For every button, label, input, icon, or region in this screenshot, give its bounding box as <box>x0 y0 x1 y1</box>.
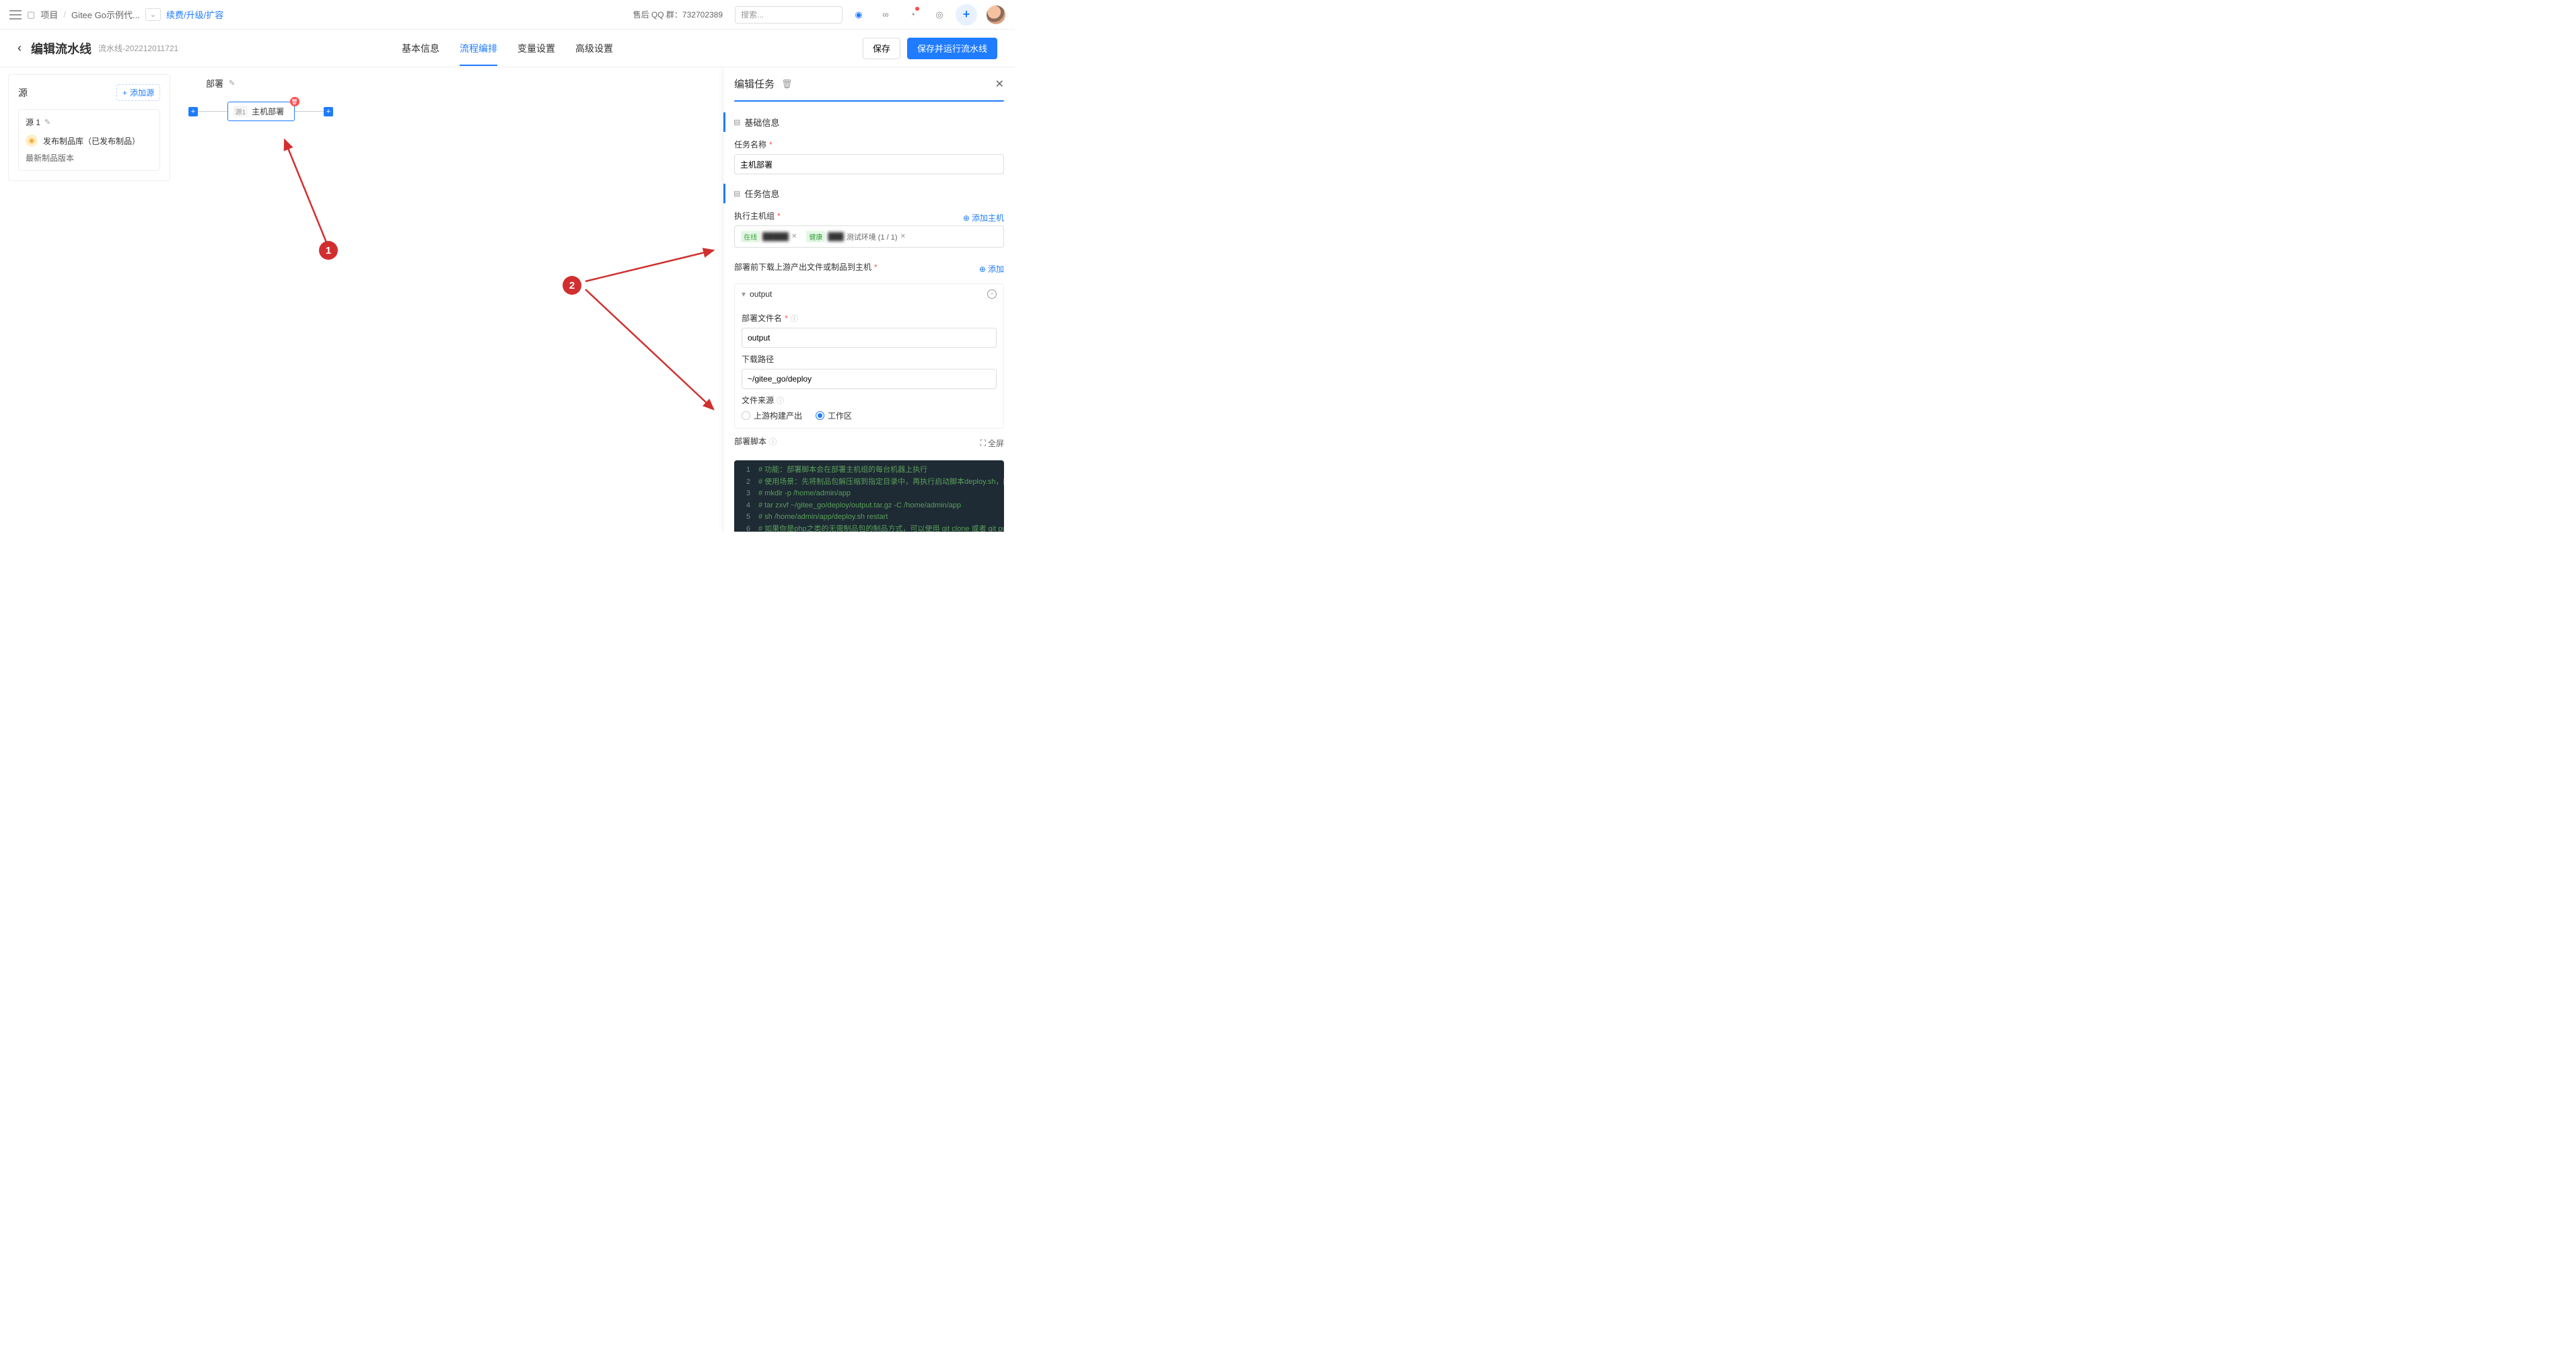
seg-general[interactable]: 常规配置 <box>735 101 869 102</box>
deploy-file-input[interactable] <box>742 328 997 348</box>
task-name-input[interactable] <box>734 154 1004 174</box>
add-button[interactable]: + <box>956 4 977 26</box>
remove-tag-icon[interactable]: ✕ <box>791 233 797 240</box>
breadcrumb-current[interactable]: Gitee Go示例代... <box>71 8 140 21</box>
loop-icon[interactable]: ∞ <box>875 4 896 26</box>
header-tabs: 基本信息 流程编排 变量设置 高级设置 <box>402 31 613 66</box>
add-before-icon[interactable]: + <box>188 107 198 116</box>
seg-notify[interactable]: 通知及高级配置 <box>869 101 1004 102</box>
help-icon[interactable]: ⓘ <box>769 436 777 447</box>
edit-icon[interactable]: ✎ <box>229 79 235 87</box>
tab-vars[interactable]: 变量设置 <box>517 31 555 66</box>
artifact-collapse: ▾output − 部署文件名*ⓘ 下载路径 文件来源ⓘ 上游构建产出 工作区 <box>734 283 1004 429</box>
host-group-input[interactable]: 在线█████✕ 健康███测试环境 (1 / 1)✕ <box>734 225 1004 248</box>
stage-title: 部署 <box>206 77 223 90</box>
bell-icon[interactable]: ◔ <box>902 4 923 26</box>
back-icon[interactable]: ‹ <box>17 41 22 55</box>
doc-icon: ▤ <box>734 189 740 198</box>
delete-icon[interactable]: 🗑 <box>290 97 299 106</box>
project-icon: ▢ <box>27 9 35 20</box>
menu-icon[interactable] <box>9 10 22 20</box>
help-icon[interactable]: ◎ <box>929 4 950 26</box>
package-icon: ◉ <box>26 135 38 147</box>
task-node[interactable]: 源1 主机部署 🗑 <box>227 102 295 121</box>
avatar[interactable] <box>987 5 1005 24</box>
tab-flow[interactable]: 流程编排 <box>460 31 497 66</box>
source-title: 源 <box>18 86 28 100</box>
page-subtitle: 流水线-202212011721 <box>98 42 178 54</box>
doc-icon: ▤ <box>734 118 740 127</box>
download-path-input[interactable] <box>742 369 997 389</box>
page-header: ‹ 编辑流水线 流水线-202212011721 基本信息 流程编排 变量设置 … <box>0 30 1015 67</box>
pipeline-canvas: 源 +添加源 源 1✎ ◉发布制品库（已发布制品） 最新制品版本 部署✎ + 源… <box>0 67 1015 532</box>
config-segmented: 常规配置 通知及高级配置 <box>734 100 1004 102</box>
source-card-title: 源 1 <box>26 116 40 128</box>
save-run-button[interactable]: 保存并运行流水线 <box>907 38 997 59</box>
help-icon[interactable]: ⓘ <box>791 313 798 324</box>
breadcrumb-project[interactable]: 项目 <box>40 8 58 21</box>
upgrade-link[interactable]: 续费/升级/扩容 <box>166 8 223 21</box>
add-artifact-link[interactable]: ⊕添加 <box>979 263 1004 275</box>
task-drawer: 编辑任务 🗑 ✕ 常规配置 通知及高级配置 ▤基础信息 任务名称* ▤任务信息 <box>723 67 1015 532</box>
fire-icon[interactable]: ◉ <box>848 4 869 26</box>
radio-upstream[interactable]: 上游构建产出 <box>742 410 802 421</box>
drawer-title: 编辑任务 <box>734 77 775 91</box>
tab-advanced[interactable]: 高级设置 <box>575 31 613 66</box>
close-icon[interactable]: ✕ <box>995 77 1004 91</box>
trash-icon[interactable]: 🗑 <box>781 79 793 90</box>
remove-tag-icon[interactable]: ✕ <box>900 233 906 240</box>
edit-icon[interactable]: ✎ <box>44 118 50 127</box>
add-after-icon[interactable]: + <box>324 107 333 116</box>
fullscreen-link[interactable]: ⛶全屏 <box>980 437 1004 449</box>
script-editor[interactable]: 1# 功能：部署脚本会在部署主机组的每台机器上执行2# 使用场景：先将制品包解压… <box>734 460 1004 532</box>
save-button[interactable]: 保存 <box>863 38 900 59</box>
collapse-header[interactable]: ▾output − <box>735 284 1003 304</box>
add-source-button[interactable]: +添加源 <box>116 84 160 101</box>
source-card[interactable]: 源 1✎ ◉发布制品库（已发布制品） 最新制品版本 <box>18 109 160 171</box>
radio-workspace[interactable]: 工作区 <box>816 410 852 421</box>
page-title: 编辑流水线 <box>31 40 92 57</box>
top-bar: ▢ 项目 / Gitee Go示例代... ⌄ 续费/升级/扩容 售后 QQ 群… <box>0 0 1015 30</box>
search-input[interactable]: 搜索... <box>735 6 843 24</box>
remove-collapse-icon[interactable]: − <box>987 289 997 299</box>
tab-basic[interactable]: 基本信息 <box>402 31 439 66</box>
add-host-group-link[interactable]: ⊕添加主机 <box>963 212 1004 223</box>
breadcrumb-dropdown-icon[interactable]: ⌄ <box>145 8 161 21</box>
stage-column: 部署 ✎ + 源1 主机部署 🗑 + <box>188 74 333 121</box>
source-panel: 源 +添加源 源 1✎ ◉发布制品库（已发布制品） 最新制品版本 <box>8 74 170 181</box>
help-icon[interactable]: ⓘ <box>777 395 784 406</box>
